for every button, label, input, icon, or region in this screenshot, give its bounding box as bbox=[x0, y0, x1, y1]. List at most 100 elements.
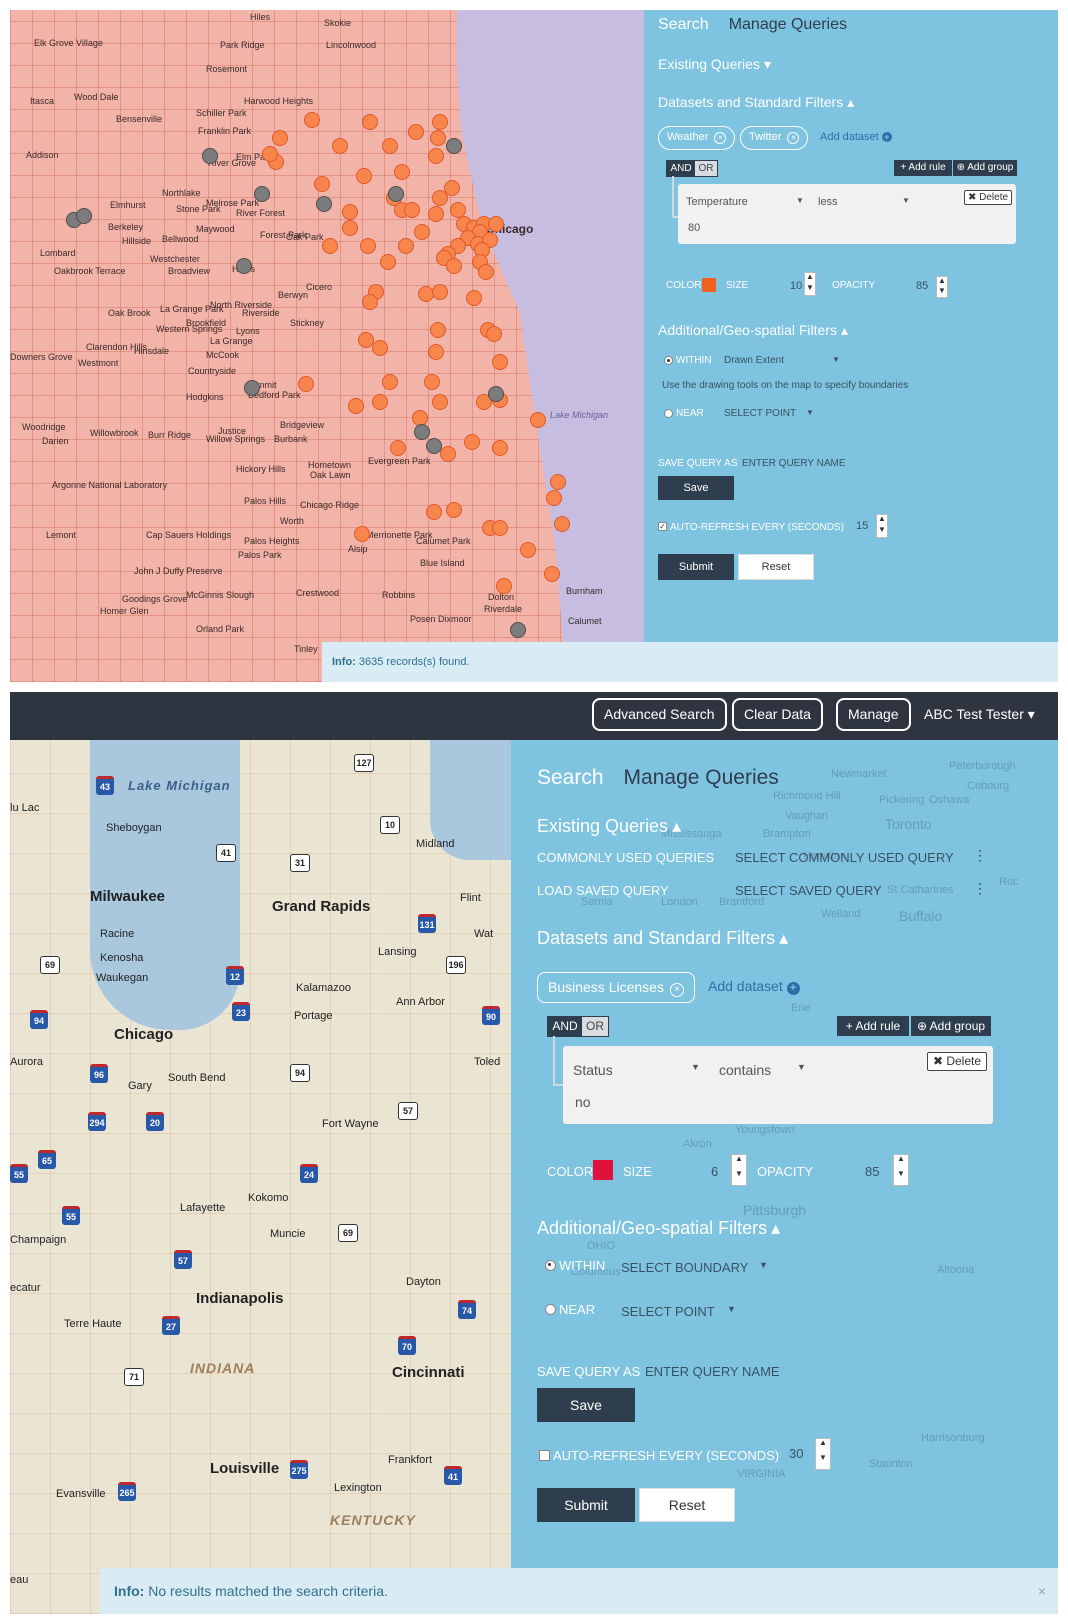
submit-button[interactable]: Submit bbox=[658, 554, 734, 580]
map-marker[interactable] bbox=[464, 434, 480, 450]
and-button[interactable]: AND bbox=[667, 161, 695, 176]
remove-chip-icon[interactable]: × bbox=[669, 983, 684, 997]
stepper-up-icon[interactable]: ▲ bbox=[816, 1439, 830, 1454]
or-button[interactable]: OR bbox=[582, 1017, 608, 1036]
map-marker[interactable] bbox=[362, 114, 378, 130]
rule-field-select[interactable]: Temperature bbox=[686, 196, 748, 208]
map-marker[interactable] bbox=[354, 526, 370, 542]
map-marker[interactable] bbox=[430, 322, 446, 338]
map-marker[interactable] bbox=[372, 340, 388, 356]
color-swatch[interactable] bbox=[702, 278, 716, 292]
map-marker[interactable] bbox=[394, 164, 410, 180]
refresh-input[interactable]: 15 bbox=[856, 520, 868, 532]
map-marker[interactable] bbox=[414, 224, 430, 240]
map-marker[interactable] bbox=[408, 124, 424, 140]
map-chicago[interactable]: Hiles Skokie Elk Grove Village Park Ridge Li… bbox=[10, 10, 650, 682]
map-marker[interactable] bbox=[362, 294, 378, 310]
geo-filters-toggle[interactable]: Additional/Geo-spatial Filters ▴ bbox=[658, 322, 848, 339]
auto-refresh-checkbox[interactable]: ✓ bbox=[658, 522, 667, 531]
near-select[interactable]: SELECT POINT bbox=[621, 1304, 715, 1319]
refresh-stepper[interactable]: ▲ ▼ bbox=[815, 1438, 831, 1470]
map-marker[interactable] bbox=[430, 130, 446, 146]
map-marker-gray[interactable] bbox=[414, 424, 430, 440]
map-marker[interactable] bbox=[520, 542, 536, 558]
map-marker[interactable] bbox=[478, 264, 494, 280]
map-marker-gray[interactable] bbox=[316, 196, 332, 212]
rule-operator-select[interactable]: less bbox=[818, 196, 838, 208]
within-select[interactable]: SELECT BOUNDARY bbox=[621, 1260, 748, 1275]
map-marker[interactable] bbox=[492, 354, 508, 370]
map-marker[interactable] bbox=[424, 374, 440, 390]
rule-value-input[interactable]: 80 bbox=[688, 222, 700, 234]
map-marker[interactable] bbox=[428, 148, 444, 164]
add-group-button[interactable]: ⊕ Add group bbox=[953, 160, 1017, 176]
remove-chip-icon[interactable]: × bbox=[787, 132, 800, 144]
submit-button[interactable]: Submit bbox=[537, 1488, 635, 1522]
clear-data-button[interactable]: Clear Data bbox=[732, 698, 823, 731]
remove-chip-icon[interactable]: × bbox=[714, 132, 727, 144]
manage-button[interactable]: Manage bbox=[836, 698, 911, 731]
near-radio[interactable] bbox=[664, 409, 673, 418]
save-button[interactable]: Save bbox=[537, 1388, 635, 1422]
load-saved-select[interactable]: SELECT SAVED QUERY bbox=[735, 883, 882, 898]
map-marker[interactable] bbox=[428, 344, 444, 360]
map-marker[interactable] bbox=[544, 566, 560, 582]
map-marker[interactable] bbox=[530, 412, 546, 428]
map-marker[interactable] bbox=[546, 490, 562, 506]
reset-button[interactable]: Reset bbox=[738, 554, 814, 580]
query-name-input[interactable]: ENTER QUERY NAME bbox=[645, 1364, 780, 1379]
opacity-input[interactable]: 85 bbox=[916, 280, 928, 292]
map-marker[interactable] bbox=[440, 446, 456, 462]
map-marker-gray[interactable] bbox=[202, 148, 218, 164]
map-midwest[interactable]: Lake Michigan INDIANA KENTUCKY Sheboygan… bbox=[10, 740, 511, 1614]
map-marker[interactable] bbox=[398, 238, 414, 254]
map-marker[interactable] bbox=[446, 258, 462, 274]
map-marker[interactable] bbox=[356, 168, 372, 184]
query-name-input[interactable]: ENTER QUERY NAME bbox=[742, 458, 846, 469]
advanced-search-button[interactable]: Advanced Search bbox=[592, 698, 727, 731]
stepper-up-icon[interactable]: ▲ bbox=[894, 1155, 908, 1170]
delete-rule-button[interactable]: ✖ Delete bbox=[927, 1052, 987, 1071]
or-button[interactable]: OR bbox=[695, 161, 717, 176]
map-marker[interactable] bbox=[372, 394, 388, 410]
tab-search[interactable]: Search bbox=[537, 766, 604, 790]
map-marker[interactable] bbox=[486, 326, 502, 342]
commonly-used-select[interactable]: SELECT COMMONLY USED QUERY bbox=[735, 850, 954, 865]
map-marker[interactable] bbox=[550, 474, 566, 490]
map-marker[interactable] bbox=[488, 216, 504, 232]
stepper-down-icon[interactable]: ▼ bbox=[816, 1454, 830, 1469]
within-radio[interactable] bbox=[664, 356, 673, 365]
map-marker[interactable] bbox=[272, 130, 288, 146]
map-marker-gray[interactable] bbox=[254, 186, 270, 202]
and-button[interactable]: AND bbox=[548, 1017, 582, 1036]
map-marker[interactable] bbox=[446, 502, 462, 518]
add-dataset-link[interactable]: Add dataset + bbox=[820, 131, 892, 143]
stepper-down-icon[interactable]: ▼ bbox=[937, 287, 947, 297]
opacity-stepper[interactable]: ▲ ▼ bbox=[936, 276, 948, 298]
stepper-up-icon[interactable]: ▲ bbox=[732, 1155, 746, 1170]
add-group-button[interactable]: ⊕ Add group bbox=[911, 1016, 991, 1036]
map-marker[interactable] bbox=[426, 504, 442, 520]
map-marker[interactable] bbox=[390, 440, 406, 456]
map-marker[interactable] bbox=[554, 516, 570, 532]
geo-filters-toggle[interactable]: Additional/Geo-spatial Filters ▴ bbox=[537, 1218, 780, 1239]
map-marker[interactable] bbox=[342, 220, 358, 236]
map-marker-gray[interactable] bbox=[244, 380, 260, 396]
map-marker[interactable] bbox=[304, 112, 320, 128]
size-stepper[interactable]: ▲ ▼ bbox=[731, 1154, 747, 1186]
existing-queries-toggle[interactable]: Existing Queries ▴ bbox=[537, 816, 681, 837]
map-marker-gray[interactable] bbox=[388, 186, 404, 202]
user-menu[interactable]: ABC Test Tester ▾ bbox=[924, 692, 1035, 740]
map-marker[interactable] bbox=[382, 374, 398, 390]
size-input[interactable]: 6 bbox=[711, 1164, 718, 1179]
add-dataset-link[interactable]: Add dataset + bbox=[708, 978, 800, 995]
stepper-down-icon[interactable]: ▼ bbox=[732, 1170, 746, 1185]
existing-queries-toggle[interactable]: Existing Queries ▾ bbox=[658, 56, 771, 73]
stepper-down-icon[interactable]: ▼ bbox=[877, 526, 887, 537]
refresh-input[interactable]: 30 bbox=[789, 1446, 803, 1461]
map-marker-gray[interactable] bbox=[236, 258, 252, 274]
more-vertical-icon[interactable]: ⋮ bbox=[973, 848, 987, 862]
map-marker[interactable] bbox=[432, 394, 448, 410]
map-marker[interactable] bbox=[348, 398, 364, 414]
stepper-down-icon[interactable]: ▼ bbox=[894, 1170, 908, 1185]
